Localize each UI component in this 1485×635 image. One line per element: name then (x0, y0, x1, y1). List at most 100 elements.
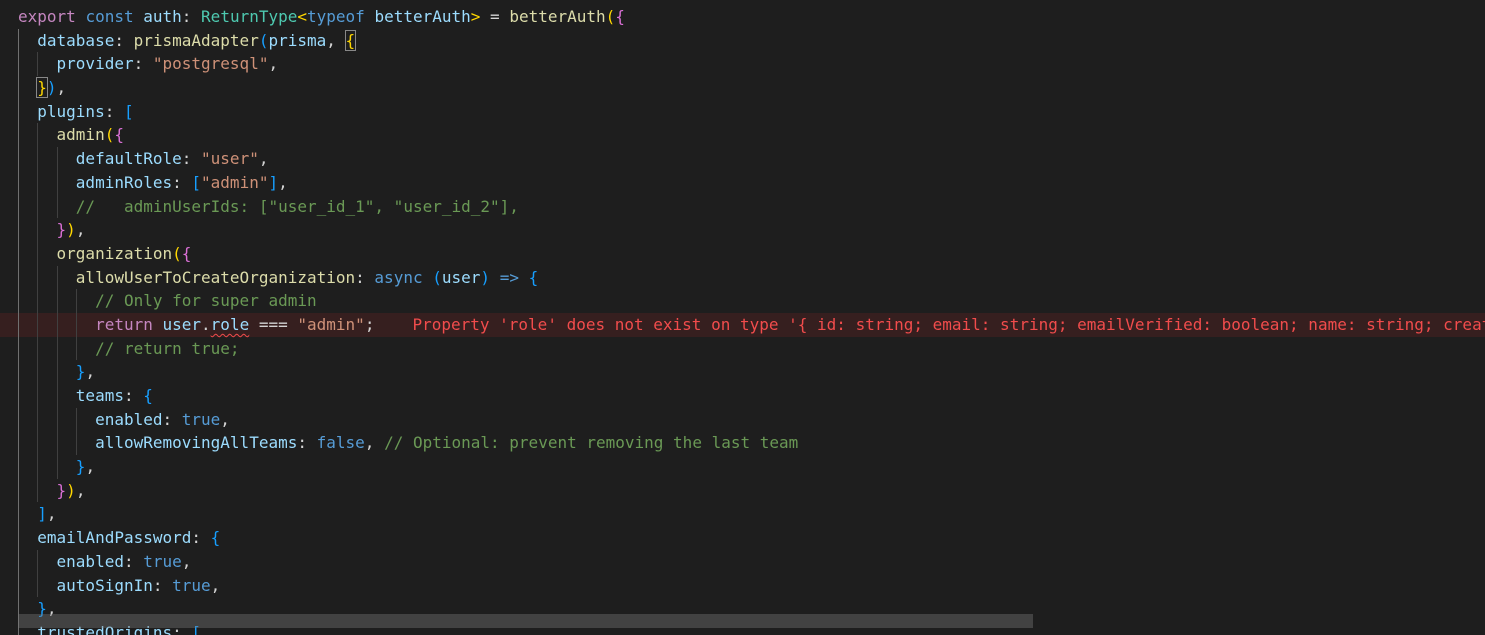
code-line[interactable]: return user.role === "admin"; Property 'r… (0, 312, 1485, 337)
code-line[interactable]: emailAndPassword: { (0, 526, 1485, 550)
code-editor[interactable]: export const auth: ReturnType<typeof bet… (0, 0, 1485, 635)
code-token: ) (66, 220, 76, 240)
horizontal-scrollbar-thumb[interactable] (18, 614, 1033, 628)
code-token: betterAuth (374, 7, 471, 26)
code-text: adminRoles: ["admin"], (18, 171, 288, 195)
code-token: } (36, 77, 48, 99)
code-line[interactable]: defaultRole: "user", (0, 147, 1485, 171)
code-token: : (104, 101, 124, 121)
code-token: , (85, 362, 96, 382)
code-text: // adminUserIds: ["user_id_1", "user_id_… (18, 195, 519, 219)
code-text: export const auth: ReturnType<typeof bet… (18, 5, 625, 29)
code-token: ] (268, 172, 279, 192)
code-text: // Only for super admin (18, 289, 317, 313)
code-token: role (210, 314, 250, 334)
code-token: provider (56, 54, 134, 74)
code-token: organization (56, 243, 173, 263)
code-token: : (355, 267, 375, 287)
code-token: . (201, 314, 211, 334)
code-token: user (162, 314, 202, 334)
code-line[interactable]: // Only for super admin (0, 289, 1485, 313)
code-token: user (441, 267, 481, 287)
code-token: : (172, 172, 192, 192)
code-line[interactable]: enabled: true, (0, 407, 1485, 432)
code-line[interactable]: ], (0, 502, 1485, 527)
code-token: , (326, 30, 346, 50)
code-line[interactable]: admin({ (0, 123, 1485, 148)
code-token: "admin" (297, 314, 365, 334)
code-text: // return true; (18, 337, 240, 361)
code-token: } (75, 362, 86, 382)
code-text: }), (18, 76, 66, 100)
code-line[interactable]: autoSignIn: true, (0, 573, 1485, 598)
code-line[interactable]: }), (0, 76, 1485, 100)
code-token: allowRemovingAllTeams (95, 433, 298, 453)
code-token: { (143, 386, 153, 405)
code-text: defaultRole: "user", (18, 147, 269, 171)
code-token: : (162, 409, 182, 429)
code-token: { (344, 29, 357, 51)
code-token: , (258, 149, 269, 169)
code-line[interactable]: enabled: true, (0, 549, 1485, 574)
code-token: ) (46, 78, 57, 98)
code-token: { (528, 267, 539, 287)
code-token: , (75, 220, 86, 240)
code-token: } (56, 220, 67, 240)
code-text: allowUserToCreateOrganization: async (us… (18, 266, 538, 290)
code-line[interactable]: export const auth: ReturnType<typeof bet… (0, 5, 1485, 29)
code-line[interactable]: allowUserToCreateOrganization: async (us… (0, 265, 1485, 290)
code-token: "admin" (201, 172, 269, 192)
code-line[interactable]: provider: "postgresql", (0, 52, 1485, 77)
code-token: { (114, 125, 124, 145)
code-token: , (210, 575, 221, 595)
code-line[interactable]: // return true; (0, 336, 1485, 361)
code-token: [ (123, 101, 134, 121)
code-text: enabled: true, (18, 550, 192, 574)
code-token: ReturnType (201, 7, 298, 26)
code-token: ( (104, 125, 115, 145)
code-line[interactable]: teams: { (0, 384, 1485, 408)
code-token: => (499, 267, 519, 287)
code-text: enabled: true, (18, 408, 230, 432)
code-text: database: prismaAdapter(prisma, { (18, 29, 357, 53)
code-line[interactable]: }, (0, 360, 1485, 384)
code-token: autoSignIn (56, 575, 153, 595)
code-text: }, (18, 455, 95, 479)
code-token: , (56, 78, 67, 98)
code-token: : (133, 54, 153, 74)
code-token: enabled (56, 551, 124, 571)
code-token: // adminUserIds: ["user_id_1", "user_id_… (75, 196, 519, 216)
code-line[interactable]: allowRemovingAllTeams: false, // Optiona… (0, 431, 1485, 456)
code-token: enabled (95, 409, 163, 429)
code-token: ) (480, 267, 491, 287)
code-line[interactable]: plugins: [ (0, 99, 1485, 124)
code-token: : (114, 30, 134, 50)
code-line[interactable]: adminRoles: ["admin"], (0, 170, 1485, 195)
code-token: : (297, 433, 317, 453)
code-line[interactable]: }), (0, 218, 1485, 242)
code-token: } (56, 480, 67, 500)
code-line[interactable]: }, (0, 455, 1485, 479)
code-line[interactable]: }), (0, 478, 1485, 503)
code-lines[interactable]: export const auth: ReturnType<typeof bet… (0, 5, 1485, 635)
code-token: , (46, 504, 57, 524)
code-line[interactable]: organization({ (0, 241, 1485, 266)
code-line[interactable]: database: prismaAdapter(prisma, { (0, 28, 1485, 53)
code-token: , (75, 480, 86, 500)
code-token: : (181, 7, 202, 26)
code-token: === (249, 314, 298, 334)
code-token: < (297, 7, 308, 26)
code-token: const (85, 7, 134, 26)
code-token: // return true; (95, 338, 240, 358)
code-line[interactable]: // adminUserIds: ["user_id_1", "user_id_… (0, 194, 1485, 219)
code-token: admin (56, 125, 105, 145)
code-token: emailAndPassword (37, 528, 192, 548)
code-token: // Optional: prevent removing the last t… (384, 433, 799, 453)
code-token: { (615, 7, 625, 26)
code-token: [ (191, 172, 202, 192)
code-token: : (181, 149, 202, 169)
code-text: ], (18, 502, 57, 526)
